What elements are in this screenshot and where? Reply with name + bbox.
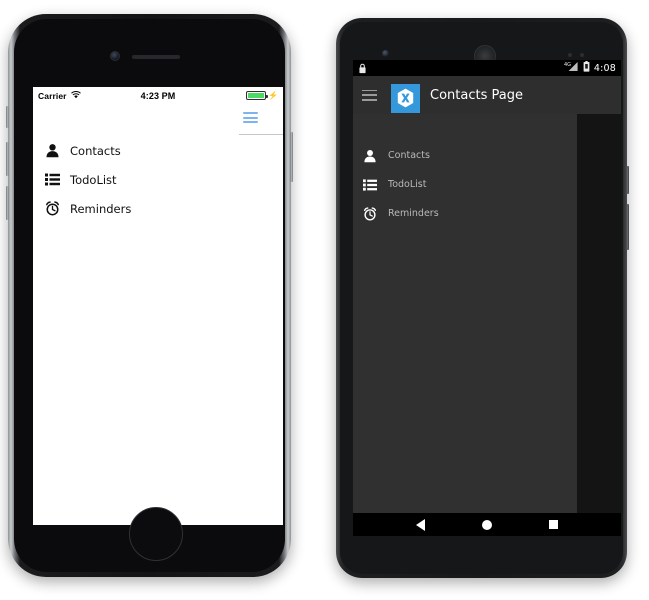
list-item[interactable]: TodoList <box>353 170 577 199</box>
battery-full-icon <box>245 91 268 100</box>
power-button[interactable] <box>626 166 629 194</box>
ios-status-right: ⚡ <box>175 91 278 100</box>
android-clock: 4:08 <box>593 62 616 74</box>
silent-switch[interactable] <box>6 106 9 128</box>
ios-navigation-bar <box>33 104 283 135</box>
android-screen: 4G 4:08 Contacts Page Contacts TodoList … <box>353 60 621 536</box>
hamburger-menu-icon[interactable] <box>362 89 377 101</box>
list-item-label: Contacts <box>388 150 430 161</box>
list-item[interactable]: Reminders <box>33 194 283 223</box>
list-item-label: TodoList <box>70 172 117 187</box>
android-status-bar: 4G 4:08 <box>353 60 621 76</box>
alarm-clock-icon <box>363 206 377 221</box>
volume-up-button[interactable] <box>6 142 9 176</box>
proximity-sensor <box>568 53 572 57</box>
earpiece-speaker <box>132 55 180 59</box>
list-item-label: Reminders <box>70 201 132 216</box>
android-status-right: 4G 4:08 <box>564 61 616 75</box>
xamarin-logo-icon <box>391 83 420 113</box>
battery-icon <box>583 61 590 75</box>
front-camera-icon <box>382 50 389 57</box>
signal-4g-icon: 4G <box>564 61 579 75</box>
list-item-label: Contacts <box>70 143 121 158</box>
navigation-drawer: Contacts TodoList Reminders <box>353 114 577 513</box>
person-icon <box>363 149 377 163</box>
iphone-screen: Carrier 4:23 PM ⚡ Contacts TodoList Remi… <box>33 87 283 525</box>
home-button[interactable] <box>129 507 183 561</box>
ios-status-bar: Carrier 4:23 PM ⚡ <box>33 87 283 104</box>
charging-bolt-icon: ⚡ <box>267 90 278 100</box>
light-sensor <box>580 53 584 57</box>
recents-square-icon[interactable] <box>549 520 559 529</box>
list-item[interactable]: Contacts <box>353 141 577 170</box>
page-title: Contacts Page <box>430 87 523 103</box>
person-icon <box>45 143 60 158</box>
android-bezel: 4G 4:08 Contacts Page Contacts TodoList … <box>340 22 623 574</box>
ios-menu-list: Contacts TodoList Reminders <box>33 135 283 223</box>
list-item[interactable]: Contacts <box>33 136 283 165</box>
android-status-left <box>358 63 564 74</box>
list-bullets-icon <box>45 172 60 187</box>
iphone-device: Carrier 4:23 PM ⚡ Contacts TodoList Remi… <box>6 14 293 577</box>
ios-clock: 4:23 PM <box>140 90 176 101</box>
front-camera-icon <box>110 51 120 61</box>
android-content-area: Contacts TodoList Reminders <box>353 114 621 513</box>
wifi-icon <box>70 90 81 101</box>
list-item[interactable]: Reminders <box>353 199 577 228</box>
home-circle-icon[interactable] <box>481 519 492 530</box>
volume-down-button[interactable] <box>6 186 9 220</box>
back-triangle-icon[interactable] <box>415 518 425 531</box>
power-button[interactable] <box>290 132 293 182</box>
list-item-label: Reminders <box>388 208 439 219</box>
hamburger-menu-icon[interactable] <box>243 112 258 123</box>
list-item-label: TodoList <box>388 179 427 190</box>
list-item[interactable]: TodoList <box>33 165 283 194</box>
volume-rocker[interactable] <box>626 204 629 250</box>
lock-icon <box>358 63 367 74</box>
ios-status-left: Carrier <box>38 91 141 101</box>
list-bullets-icon <box>363 178 377 192</box>
android-toolbar: Contacts Page <box>353 76 621 114</box>
android-device: 4G 4:08 Contacts Page Contacts TodoList … <box>336 18 629 578</box>
svg-text:4G: 4G <box>564 62 571 68</box>
android-navigation-bar <box>353 513 621 536</box>
iphone-bezel: Carrier 4:23 PM ⚡ Contacts TodoList Remi… <box>14 19 285 572</box>
alarm-clock-icon <box>45 201 60 216</box>
carrier-label: Carrier <box>38 90 67 101</box>
navbar-separator <box>239 134 283 135</box>
